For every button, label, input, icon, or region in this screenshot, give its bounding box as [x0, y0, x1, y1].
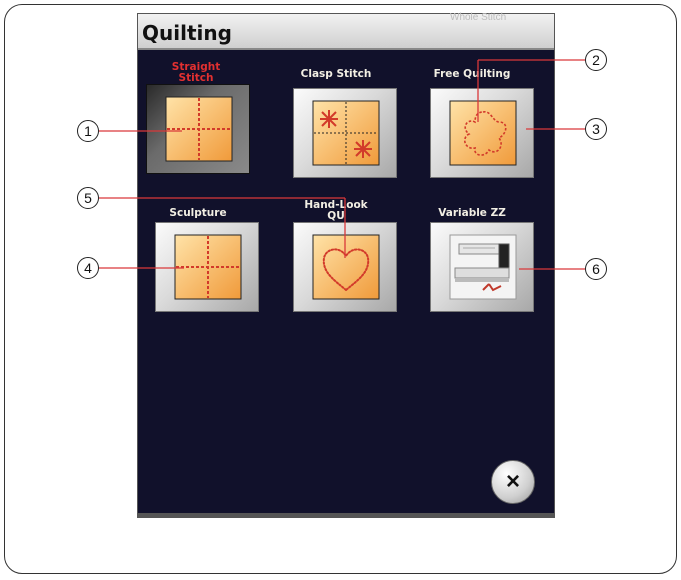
callout-4: 4 — [77, 257, 99, 279]
callout-6: 6 — [585, 258, 607, 280]
callout-1: 1 — [77, 120, 99, 142]
callout-lines — [99, 59, 585, 270]
callout-3: 3 — [585, 118, 607, 140]
callout-5: 5 — [77, 187, 99, 209]
callout-2: 2 — [585, 49, 607, 71]
